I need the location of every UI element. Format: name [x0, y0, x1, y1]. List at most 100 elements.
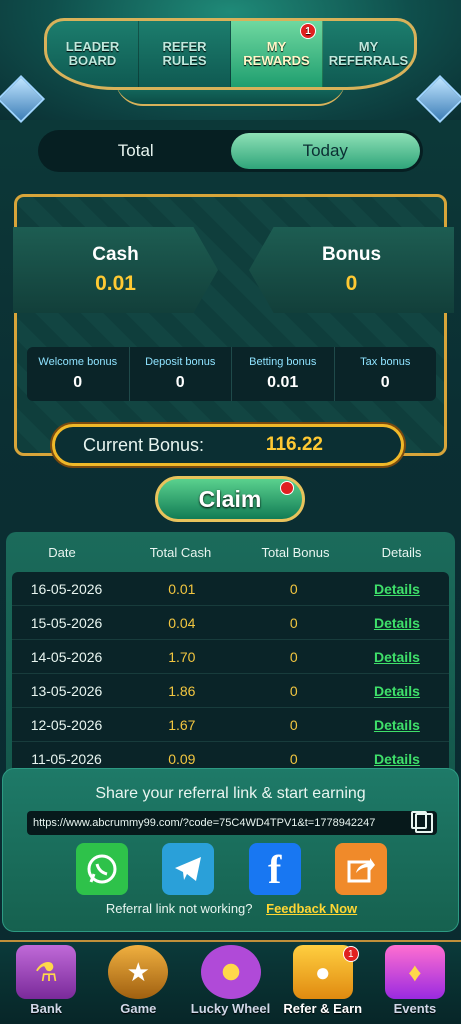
nav-label: Refer & Earn — [283, 1001, 363, 1016]
nav-bank[interactable]: ⚗ Bank — [0, 942, 92, 1024]
breakdown-value: 0 — [175, 374, 185, 391]
betting-bonus: Betting bonus 0.01 — [232, 347, 335, 401]
bonus-value: 0 — [345, 272, 358, 295]
share-icon[interactable] — [334, 843, 387, 895]
header-date: Date — [48, 544, 76, 560]
claim-notification-dot — [280, 481, 294, 495]
breakdown-value: 0 — [73, 374, 83, 391]
breakdown-value: 0.01 — [267, 374, 299, 391]
share-referral-panel: Share your referral link & start earning… — [2, 768, 459, 932]
row-bonus: 0 — [289, 580, 298, 597]
current-bonus-label: Current Bonus: — [83, 434, 205, 455]
row-bonus: 0 — [289, 614, 298, 631]
nav-label: Game — [120, 1001, 157, 1016]
row-date: 11-05-2026 — [31, 750, 102, 767]
row-cash: 0.09 — [168, 750, 196, 767]
tab-refer-rules[interactable]: REFER RULES — [139, 21, 231, 87]
referral-link-text: https://www.abcrummy99.com/?code=75C4WD4… — [33, 817, 376, 829]
nav-lucky-wheel[interactable]: Lucky Wheel — [184, 942, 276, 1024]
share-footer: Referral link not working? Feedback Now — [3, 901, 460, 916]
tax-bonus: Tax bonus 0 — [335, 347, 437, 401]
current-bonus-value: 116.22 — [265, 434, 323, 455]
tab-my-rewards-label: MY REWARDS — [243, 39, 310, 68]
referral-link-field[interactable]: https://www.abcrummy99.com/?code=75C4WD4… — [27, 811, 437, 835]
cash-value: 0.01 — [95, 272, 136, 295]
rewards-history-table: Date Total Cash Total Bonus Details 16-0… — [6, 532, 455, 782]
details-link[interactable]: Details — [345, 649, 449, 665]
table-row: 16-05-2026 0.01 0 Details — [12, 572, 449, 606]
row-bonus: 0 — [289, 750, 298, 767]
row-date: 14-05-2026 — [30, 648, 103, 665]
row-bonus: 0 — [289, 682, 298, 699]
nav-label: Events — [393, 1001, 437, 1016]
row-date: 16-05-2026 — [30, 580, 103, 597]
nav-refer-earn[interactable]: ● Refer & Earn 1 — [277, 942, 369, 1024]
breakdown-value: 0 — [380, 374, 390, 391]
row-cash: 1.86 — [168, 682, 196, 699]
bonus-label: Bonus — [321, 244, 382, 265]
details-link[interactable]: Details — [345, 581, 449, 597]
claim-button[interactable]: Claim — [155, 476, 305, 522]
share-title: Share your referral link & start earning — [95, 785, 366, 802]
top-tab-bar: LEADER BOARD REFER RULES MY REWARDS 1 MY… — [44, 18, 417, 90]
welcome-bonus: Welcome bonus 0 — [27, 347, 130, 401]
details-link[interactable]: Details — [345, 615, 449, 631]
current-bonus-bar: Current Bonus: 116.22 — [52, 424, 404, 466]
row-bonus: 0 — [289, 648, 298, 665]
toggle-today[interactable]: Today — [230, 133, 420, 169]
row-bonus: 0 — [289, 716, 298, 733]
header-total-bonus: Total Bonus — [261, 544, 330, 560]
bonus-card: Bonus 0 — [249, 227, 454, 313]
bank-icon: ⚗ — [16, 945, 77, 999]
copy-icon[interactable] — [411, 811, 433, 833]
details-link[interactable]: Details — [345, 717, 449, 733]
cash-card: Cash 0.01 — [13, 227, 218, 313]
rewards-summary-panel: Cash 0.01 Bonus 0 Welcome bonus 0 Deposi… — [13, 194, 454, 456]
row-cash: 1.70 — [168, 648, 196, 665]
gift-icon: ♦ — [384, 945, 445, 999]
facebook-icon[interactable]: f — [248, 843, 301, 895]
bonus-breakdown: Welcome bonus 0 Deposit bonus 0 Betting … — [27, 347, 436, 401]
row-cash: 0.04 — [168, 614, 196, 631]
share-icon-row: f — [3, 843, 460, 895]
table-row: 14-05-2026 1.70 0 Details — [12, 640, 449, 674]
cash-label: Cash — [92, 244, 139, 265]
nav-game[interactable]: ★ Game — [92, 942, 184, 1024]
bottom-navigation: ⚗ Bank ★ Game Lucky Wheel ● Refer & Earn… — [0, 940, 461, 1024]
row-date: 13-05-2026 — [30, 682, 103, 699]
header-total-cash: Total Cash — [149, 544, 212, 560]
tab-my-rewards[interactable]: MY REWARDS 1 — [231, 21, 323, 87]
table-row: 15-05-2026 0.04 0 Details — [12, 606, 449, 640]
table-row: 13-05-2026 1.86 0 Details — [12, 674, 449, 708]
tab-leaderboard[interactable]: LEADER BOARD — [47, 21, 139, 87]
breakdown-label: Deposit bonus — [145, 356, 216, 368]
slot-machine-icon: ★ — [108, 945, 169, 999]
details-link[interactable]: Details — [345, 683, 449, 699]
deposit-bonus: Deposit bonus 0 — [130, 347, 232, 401]
link-not-working-text: Referral link not working? — [105, 901, 253, 916]
feedback-now-link[interactable]: Feedback Now — [266, 901, 357, 916]
breakdown-label: Tax bonus — [360, 356, 411, 368]
wheel-icon — [200, 945, 261, 999]
row-date: 12-05-2026 — [30, 716, 103, 733]
nav-events[interactable]: ♦ Events — [369, 942, 461, 1024]
whatsapp-icon[interactable] — [76, 843, 129, 895]
table-body: 16-05-2026 0.01 0 Details 15-05-2026 0.0… — [12, 572, 449, 776]
nav-label: Bank — [30, 1001, 62, 1016]
table-header: Date Total Cash Total Bonus Details — [6, 532, 455, 572]
row-date: 15-05-2026 — [30, 614, 103, 631]
nav-label: Lucky Wheel — [190, 1001, 271, 1016]
notification-badge: 1 — [300, 23, 316, 39]
period-toggle: Total Today — [38, 130, 423, 172]
tab-my-referrals[interactable]: MY REFERRALS — [323, 21, 414, 87]
header-details: Details — [381, 544, 422, 560]
details-link[interactable]: Details — [345, 751, 449, 767]
claim-label: Claim — [198, 485, 262, 512]
breakdown-label: Betting bonus — [249, 356, 317, 368]
toggle-total[interactable]: Total — [41, 133, 231, 169]
table-row: 12-05-2026 1.67 0 Details — [12, 708, 449, 742]
notification-badge: 1 — [342, 946, 359, 962]
telegram-icon[interactable] — [162, 843, 215, 895]
row-cash: 1.67 — [168, 716, 196, 733]
breakdown-label: Welcome bonus — [38, 356, 118, 368]
